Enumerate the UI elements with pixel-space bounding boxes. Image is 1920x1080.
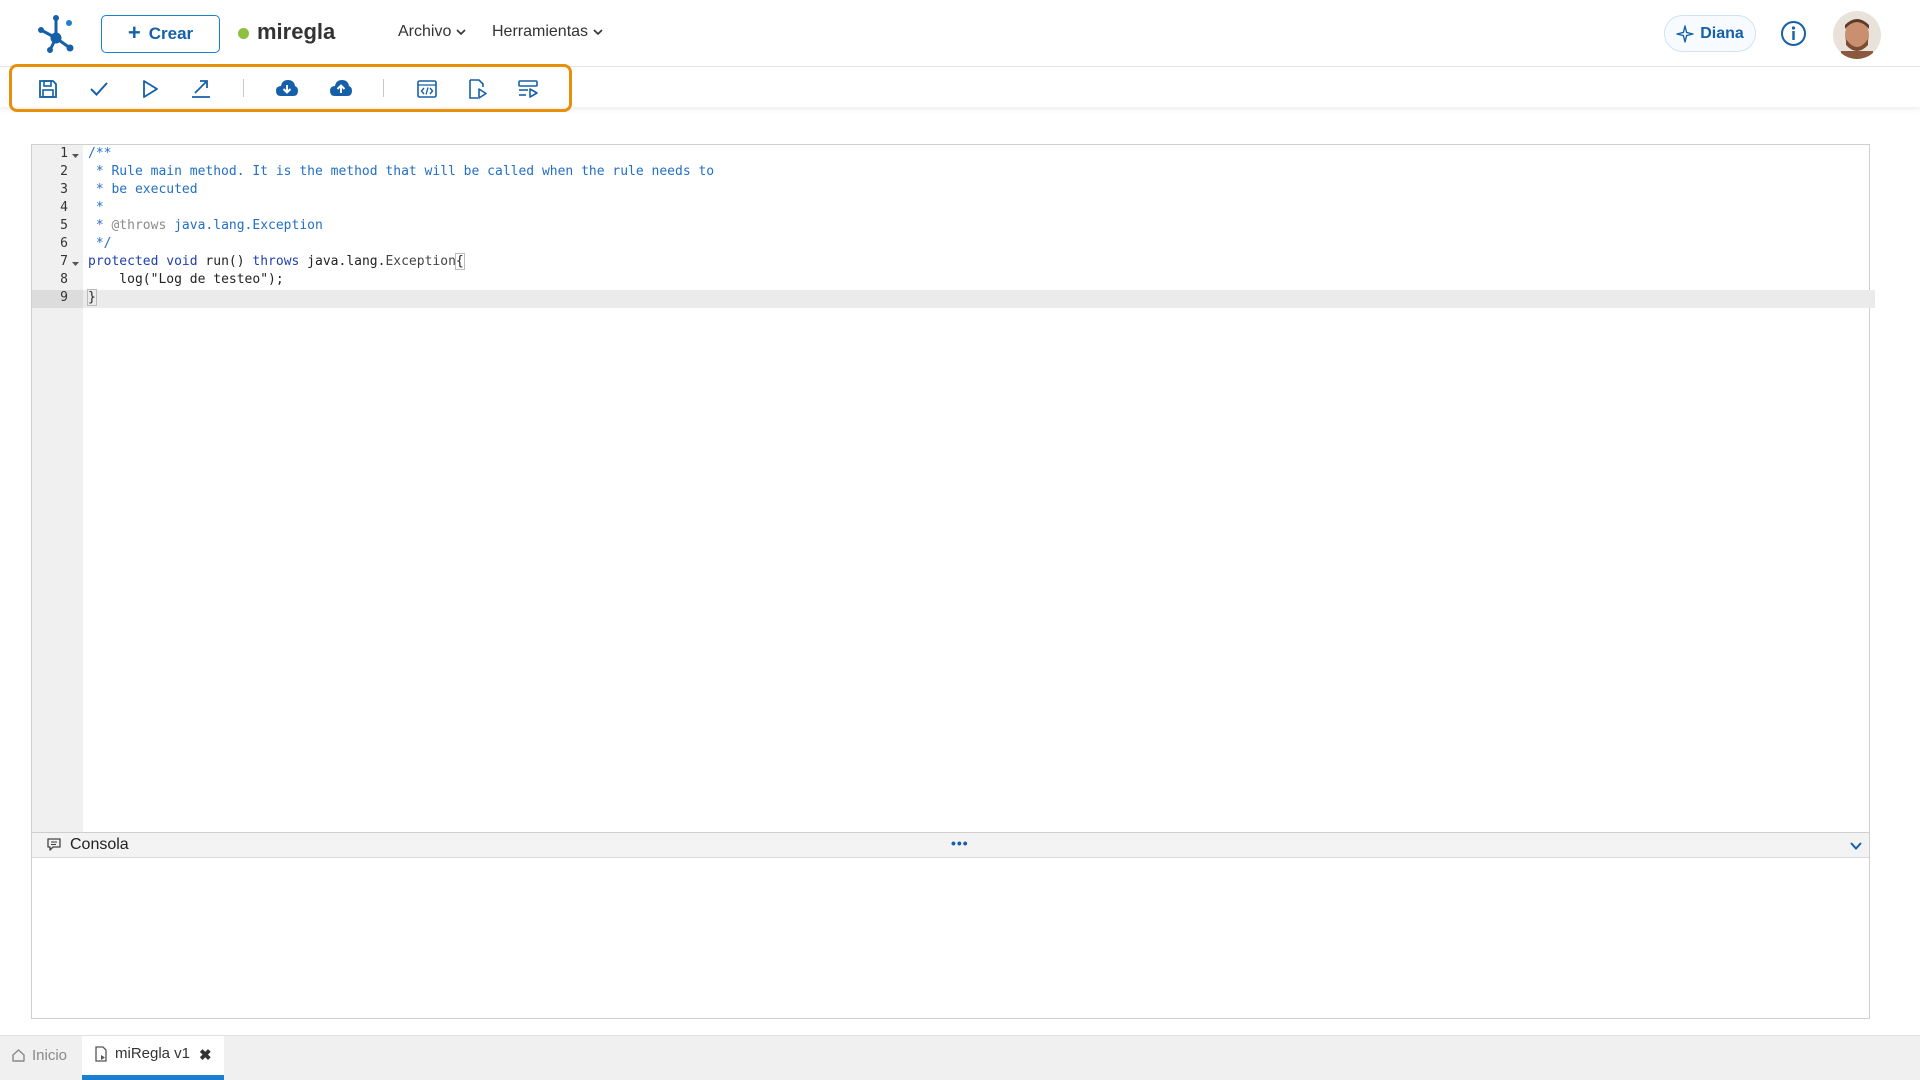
code-token: "Log de testeo" bbox=[150, 272, 269, 287]
save-icon bbox=[39, 80, 57, 98]
assistant-label: Diana bbox=[1700, 24, 1744, 42]
code-token: java.lang.Exception bbox=[166, 218, 323, 233]
fold-arrow-icon[interactable] bbox=[71, 153, 80, 159]
code-line: log("Log de testeo"); bbox=[88, 271, 284, 289]
create-button[interactable]: + Crear bbox=[101, 15, 220, 53]
close-tab-icon[interactable]: ✖ bbox=[199, 1046, 212, 1064]
status-indicator bbox=[238, 28, 249, 39]
tab-inicio-label: Inicio bbox=[32, 1046, 68, 1064]
code-token: @throws bbox=[111, 218, 167, 233]
code-token: Exception bbox=[385, 254, 456, 269]
line-number: 5 bbox=[60, 218, 68, 233]
export-arrow-icon bbox=[192, 80, 210, 98]
line-number: 7 bbox=[60, 254, 68, 269]
tab-miregla[interactable]: miRegla v1 ✖ bbox=[82, 1036, 224, 1080]
line-number: 3 bbox=[60, 182, 68, 197]
code-token: } bbox=[87, 289, 97, 306]
toolbar-separator bbox=[243, 79, 244, 97]
list-run-icon bbox=[518, 80, 538, 98]
fold-arrow-icon[interactable] bbox=[71, 261, 80, 267]
code-line: * @throws java.lang.Exception bbox=[88, 217, 323, 235]
play-icon bbox=[143, 80, 158, 98]
code-line: * bbox=[88, 200, 104, 215]
cloud-upload-icon bbox=[330, 80, 352, 96]
code-line: */ bbox=[88, 236, 112, 251]
code-line: * be executed bbox=[88, 182, 198, 197]
code-view-icon bbox=[417, 80, 437, 98]
line-number: 8 bbox=[60, 272, 68, 287]
code-token: void bbox=[166, 254, 198, 269]
code-token: { bbox=[454, 253, 465, 270]
line-number: 6 bbox=[60, 236, 68, 251]
code-token: log( bbox=[88, 272, 151, 287]
line-number: 9 bbox=[60, 290, 68, 305]
line-number: 1 bbox=[60, 146, 68, 161]
line-number: 2 bbox=[60, 164, 68, 179]
code-token: ); bbox=[268, 272, 284, 287]
bottom-tab-bar bbox=[0, 1035, 1920, 1080]
code-line: /** bbox=[88, 146, 112, 161]
document-run-button[interactable] bbox=[463, 75, 491, 103]
code-editor[interactable]: 1 2 3 4 5 6 7 8 9 /** * Rule main method… bbox=[31, 144, 1875, 833]
code-token: run() bbox=[197, 254, 253, 269]
avatar-image bbox=[1833, 11, 1881, 59]
menu-archivo[interactable]: Archivo bbox=[398, 23, 466, 41]
code-view-button[interactable] bbox=[413, 75, 441, 103]
code-line: protected void run() throws java.lang.Ex… bbox=[88, 253, 465, 271]
download-button[interactable] bbox=[273, 75, 301, 103]
code-token: * bbox=[88, 218, 112, 233]
console-title: Consola bbox=[70, 836, 129, 853]
tab-miregla-label: miRegla v1 bbox=[115, 1045, 191, 1062]
app-logo-icon[interactable] bbox=[36, 12, 76, 54]
list-run-button[interactable] bbox=[514, 75, 542, 103]
assistant-diana-button[interactable]: Diana bbox=[1664, 15, 1756, 52]
menu-herramientas-label: Herramientas bbox=[492, 23, 589, 40]
export-button[interactable] bbox=[187, 75, 215, 103]
menu-herramientas[interactable]: Herramientas bbox=[492, 23, 603, 41]
tab-inicio[interactable]: Inicio bbox=[11, 1043, 67, 1067]
toolbar-separator bbox=[383, 79, 384, 97]
comment-icon bbox=[47, 838, 61, 851]
code-line: * Rule main method. It is the method tha… bbox=[88, 164, 715, 179]
create-button-label: Crear bbox=[148, 24, 194, 43]
cloud-download-icon bbox=[276, 80, 298, 96]
upload-button[interactable] bbox=[327, 75, 355, 103]
code-token: throws bbox=[252, 254, 300, 269]
rule-document-icon bbox=[95, 1046, 107, 1062]
save-button[interactable] bbox=[34, 75, 62, 103]
chevron-down-icon bbox=[593, 29, 603, 36]
code-token: protected bbox=[88, 254, 159, 269]
active-tab-indicator bbox=[82, 1075, 224, 1080]
home-icon bbox=[12, 1048, 25, 1062]
console-resize-handle[interactable]: ••• bbox=[951, 835, 969, 851]
info-icon[interactable] bbox=[1780, 20, 1807, 47]
check-icon bbox=[90, 82, 108, 96]
user-avatar[interactable] bbox=[1833, 11, 1881, 59]
sparkle-icon bbox=[1676, 24, 1694, 43]
chevron-down-icon bbox=[456, 29, 466, 36]
code-line: } bbox=[87, 289, 97, 307]
menu-archivo-label: Archivo bbox=[398, 23, 452, 40]
chevron-down-icon[interactable] bbox=[1849, 839, 1863, 853]
active-line-highlight bbox=[83, 290, 1875, 308]
validate-button[interactable] bbox=[85, 75, 113, 103]
top-header: + Crear miregla Archivo Herramientas Dia… bbox=[0, 0, 1920, 67]
document-run-icon bbox=[469, 79, 487, 99]
console-panel: Consola ••• bbox=[31, 832, 1870, 1019]
code-token: java.lang. bbox=[299, 254, 386, 269]
plus-icon: + bbox=[127, 20, 141, 45]
run-button[interactable] bbox=[136, 75, 164, 103]
line-number: 4 bbox=[60, 200, 68, 215]
console-header[interactable]: Consola ••• bbox=[32, 833, 1869, 858]
document-title: miregla bbox=[257, 19, 336, 44]
